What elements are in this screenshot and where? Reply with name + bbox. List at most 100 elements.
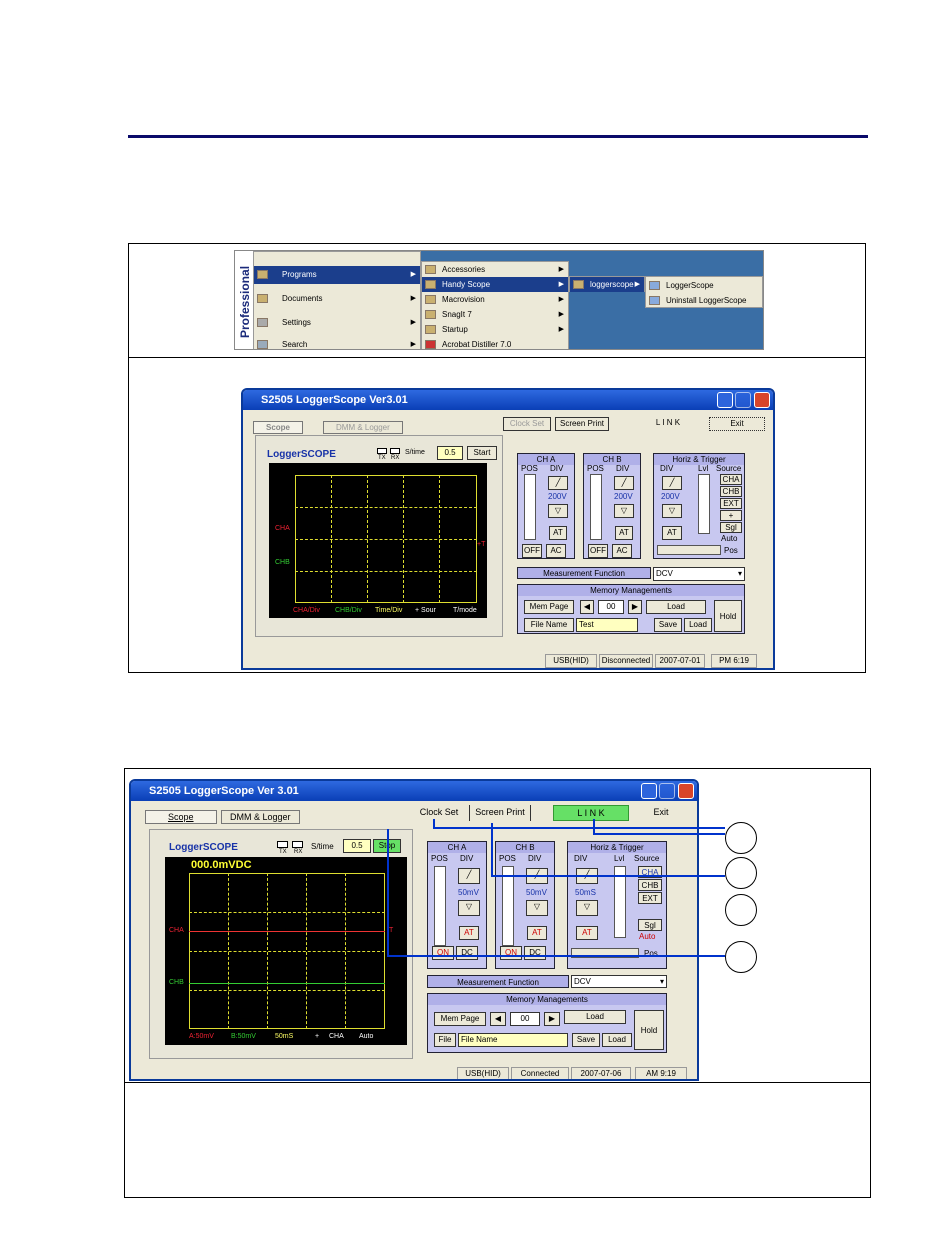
time-div-value: 200V	[661, 492, 680, 501]
measurement-select[interactable]: DCV ▾	[653, 567, 745, 581]
menu-item-loggerscope-folder[interactable]: loggerscope ▶	[570, 277, 644, 292]
menu-item-handy-scope[interactable]: Handy Scope ▶	[422, 277, 568, 292]
measurement-select[interactable]: DCV ▾	[571, 975, 667, 988]
stime-input[interactable]: 0.5	[343, 839, 371, 853]
cha-pos-slider[interactable]	[524, 474, 536, 540]
screen-print-button[interactable]: Screen Print	[555, 417, 609, 431]
chb-on-button[interactable]: ON	[500, 946, 522, 960]
stime-input[interactable]: 0.5	[437, 446, 463, 460]
level-slider[interactable]	[698, 474, 710, 534]
trigger-marker: T	[389, 927, 394, 934]
menu-item-loggerscope[interactable]: LoggerScope	[646, 278, 762, 293]
div-down-button[interactable]: ▽	[548, 504, 568, 518]
div-up-button[interactable]: ╱	[614, 476, 634, 490]
prev-page-button[interactable]: ◀	[490, 1012, 506, 1026]
menu-item-uninstall[interactable]: Uninstall LoggerScope	[646, 293, 762, 308]
link-indicator[interactable]: L I N K	[553, 805, 629, 821]
exit-button[interactable]: Exit	[709, 417, 765, 431]
chb-dc-button[interactable]: DC	[524, 946, 546, 960]
cha-off-button[interactable]: OFF	[522, 544, 542, 558]
tab-scope[interactable]: Scope	[145, 810, 217, 824]
file-name-input[interactable]: File Name	[458, 1033, 568, 1047]
cha-ac-button[interactable]: AC	[546, 544, 566, 558]
source-ext-button[interactable]: EXT	[720, 498, 742, 509]
cha-at-button[interactable]: AT	[549, 526, 567, 540]
tab-scope[interactable]: Scope	[253, 421, 304, 434]
chb-at-button[interactable]: AT	[527, 926, 547, 940]
load-button[interactable]: Load	[564, 1010, 626, 1024]
load-file-button[interactable]: Load	[684, 618, 712, 632]
div-up-button[interactable]: ╱	[458, 868, 480, 884]
div-down-button[interactable]: ▽	[458, 900, 480, 916]
menu-item-documents[interactable]: Documents ▶	[254, 290, 420, 308]
horiz-at-button[interactable]: AT	[576, 926, 598, 940]
folder-icon	[425, 295, 436, 304]
menu-item-settings[interactable]: Settings ▶	[254, 314, 420, 332]
chb-pos-slider[interactable]	[502, 866, 514, 946]
load-file-button[interactable]: Load	[602, 1033, 632, 1047]
menu-item-programs[interactable]: Programs ▶	[254, 266, 420, 284]
menu-item-snagit[interactable]: SnagIt 7 ▶	[422, 307, 568, 322]
screen-print-button[interactable]: Screen Print	[469, 805, 531, 821]
maximize-button[interactable]	[735, 392, 751, 408]
horiz-at-button[interactable]: AT	[662, 526, 682, 540]
file-name-input[interactable]: Test	[576, 618, 638, 632]
maximize-button[interactable]	[659, 783, 675, 799]
source-ext-button[interactable]: EXT	[638, 892, 662, 904]
link-indicator[interactable]: L I N K	[635, 417, 701, 429]
next-page-button[interactable]: ▶	[628, 600, 642, 614]
hold-button[interactable]: Hold	[714, 600, 742, 632]
close-button[interactable]	[754, 392, 770, 408]
search-icon	[257, 340, 268, 349]
menu-item-macrovision[interactable]: Macrovision ▶	[422, 292, 568, 307]
menu-item-search[interactable]: Search ▶	[254, 336, 420, 349]
source-chb-button[interactable]: CHB	[638, 879, 662, 891]
sgl-button[interactable]: Sgl	[638, 919, 662, 931]
next-page-button[interactable]: ▶	[544, 1012, 560, 1026]
close-button[interactable]	[678, 783, 694, 799]
chb-marker: CHB	[275, 559, 290, 566]
source-chb-button[interactable]: CHB	[720, 486, 742, 497]
div-down-button[interactable]: ▽	[614, 504, 634, 518]
pos-slider[interactable]	[657, 545, 721, 555]
loggerscope-window-disconnected: S2505 LoggerScope Ver3.01 Scope DMM & Lo…	[241, 388, 775, 670]
chb-pos-slider[interactable]	[590, 474, 602, 540]
cha-on-button[interactable]: ON	[432, 946, 454, 960]
save-button[interactable]: Save	[572, 1033, 600, 1047]
mem-page-value[interactable]: 00	[598, 600, 624, 614]
source-cha-button[interactable]: CHA	[720, 474, 742, 485]
minimize-button[interactable]	[641, 783, 657, 799]
auto-label[interactable]: Auto	[721, 534, 737, 543]
div-up-button[interactable]: ╱	[662, 476, 682, 490]
tab-dmm-logger[interactable]: DMM & Logger	[323, 421, 403, 434]
load-button[interactable]: Load	[646, 600, 706, 614]
slope-button[interactable]: +	[720, 510, 742, 521]
chb-at-button[interactable]: AT	[615, 526, 633, 540]
menu-item-startup[interactable]: Startup ▶	[422, 322, 568, 337]
exit-button[interactable]: Exit	[633, 805, 689, 821]
div-down-button[interactable]: ▽	[576, 900, 598, 916]
auto-label[interactable]: Auto	[639, 932, 655, 941]
chb-ac-button[interactable]: AC	[612, 544, 632, 558]
callout-circle	[725, 941, 757, 973]
cha-at-button[interactable]: AT	[459, 926, 479, 940]
menu-item-accessories[interactable]: Accessories ▶	[422, 262, 568, 277]
prev-page-button[interactable]: ◀	[580, 600, 594, 614]
div-up-button[interactable]: ╱	[548, 476, 568, 490]
tab-dmm-logger[interactable]: DMM & Logger	[221, 810, 300, 824]
hold-button[interactable]: Hold	[634, 1010, 664, 1050]
save-button[interactable]: Save	[654, 618, 682, 632]
div-down-button[interactable]: ▽	[662, 504, 682, 518]
cha-pos-slider[interactable]	[434, 866, 446, 946]
minimize-button[interactable]	[717, 392, 733, 408]
mem-page-value[interactable]: 00	[510, 1012, 540, 1026]
menu-item-acrobat[interactable]: Acrobat Distiller 7.0	[422, 337, 568, 349]
clock-set-button[interactable]: Clock Set	[503, 417, 551, 431]
clock-set-button[interactable]: Clock Set	[411, 805, 467, 821]
div-down-button[interactable]: ▽	[526, 900, 548, 916]
chb-off-button[interactable]: OFF	[588, 544, 608, 558]
cha-dc-button[interactable]: DC	[456, 946, 478, 960]
rx-label: RX	[391, 455, 400, 461]
sgl-button[interactable]: Sgl	[720, 522, 742, 533]
start-button[interactable]: Start	[467, 446, 497, 460]
